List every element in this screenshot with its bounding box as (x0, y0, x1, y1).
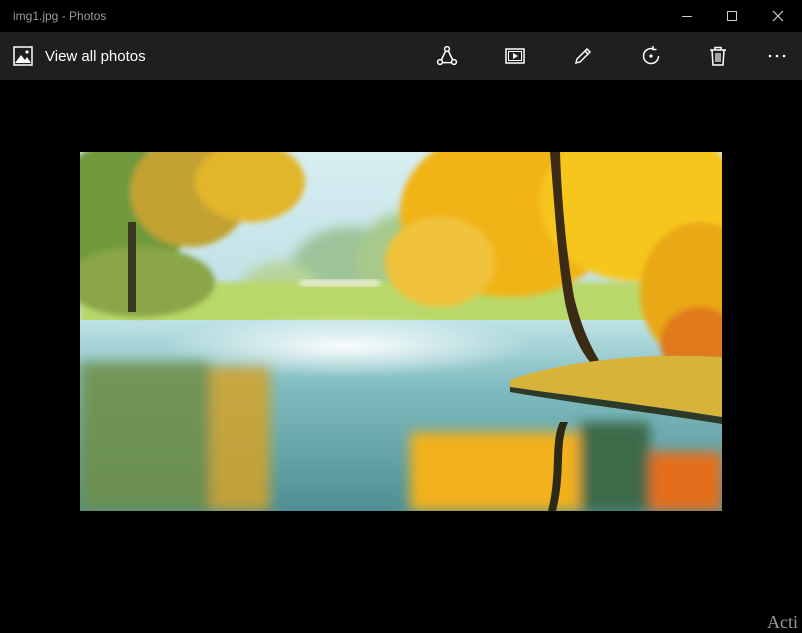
photos-icon (13, 46, 33, 66)
view-all-photos-button[interactable]: View all photos (13, 46, 146, 66)
window-title: img1.jpg - Photos (13, 9, 107, 23)
minimize-button[interactable] (664, 0, 710, 32)
app-toolbar: View all photos (0, 32, 802, 80)
watermark-text: Acti (767, 612, 798, 632)
pencil-icon (574, 47, 592, 65)
trash-icon (710, 46, 726, 66)
minimize-icon (682, 16, 692, 17)
rotate-icon (642, 46, 660, 65)
photo-stage (0, 80, 802, 633)
close-button[interactable] (755, 0, 801, 32)
slideshow-icon (505, 48, 525, 64)
more-button[interactable] (763, 42, 791, 70)
edit-button[interactable] (569, 42, 597, 70)
close-icon (772, 10, 784, 22)
view-all-photos-label: View all photos (45, 47, 146, 65)
slideshow-button[interactable] (501, 42, 529, 70)
title-bar: img1.jpg - Photos (0, 0, 802, 32)
rotate-button[interactable] (637, 42, 665, 70)
autumn-lake-photo (80, 152, 722, 511)
share-button[interactable] (433, 42, 461, 70)
photo-image[interactable] (80, 152, 722, 511)
more-icon (768, 54, 786, 58)
maximize-icon (727, 11, 737, 21)
maximize-button[interactable] (709, 0, 755, 32)
share-icon (436, 45, 458, 66)
delete-button[interactable] (704, 42, 732, 70)
